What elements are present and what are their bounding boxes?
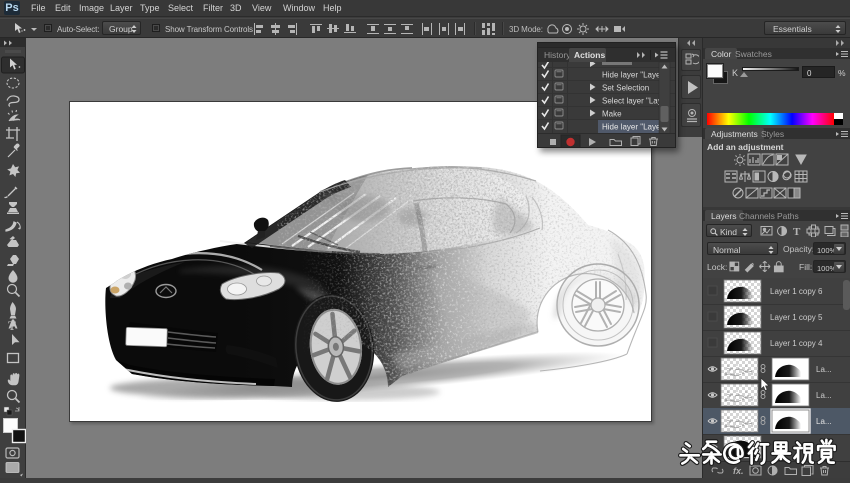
svg-text:T: T — [793, 226, 801, 237]
svg-text:La...: La... — [816, 417, 832, 426]
svg-text:Set Selection: Set Selection — [602, 84, 649, 93]
svg-text:La...: La... — [816, 391, 832, 400]
svg-text:Layer 1 copy 5: Layer 1 copy 5 — [770, 313, 823, 322]
svg-text:Select layer "Lay...: Select layer "Lay... — [602, 97, 668, 106]
svg-text:Layer 1 copy 4: Layer 1 copy 4 — [770, 339, 823, 348]
svg-text:Layer 1 copy 6: Layer 1 copy 6 — [770, 287, 823, 296]
svg-text:Make: Make — [602, 110, 622, 119]
svg-text:T: T — [8, 318, 16, 333]
svg-text:La...: La... — [816, 365, 832, 374]
